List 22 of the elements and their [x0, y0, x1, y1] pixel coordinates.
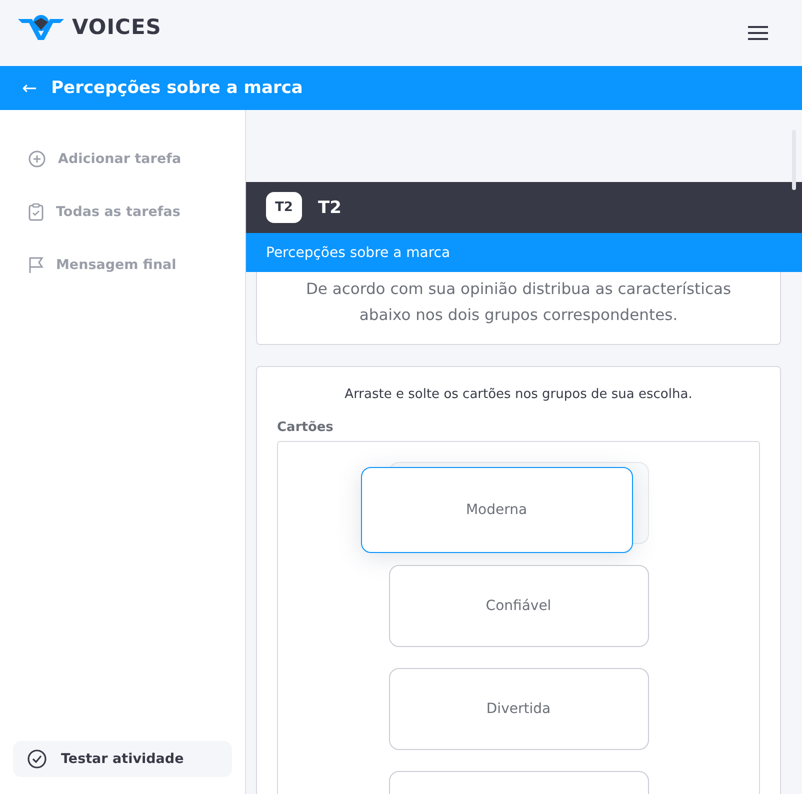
test-activity-button[interactable]: Testar atividade [13, 741, 232, 777]
logo-icon [18, 14, 64, 40]
clipboard-icon [28, 203, 44, 221]
flag-icon [28, 256, 44, 274]
sidebar-item[interactable]: Mensagem final [28, 256, 232, 274]
back-icon[interactable]: ← [22, 78, 38, 98]
task-name: T2 [318, 198, 342, 218]
plus-icon [28, 150, 46, 168]
menu-icon[interactable] [748, 25, 768, 41]
task-badge: T2 [266, 192, 302, 223]
sidebar-item[interactable]: Adicionar tarefa [28, 150, 232, 168]
page-title: Percepções sobre a marca [51, 78, 303, 98]
drag-card[interactable]: Divertida [388, 668, 648, 750]
sidebar-item[interactable]: Todas as tarefas [28, 203, 232, 221]
instruction-text: De acordo com sua opinião distribua as características abaixo nos dois grupos correspondentes. [304, 279, 732, 326]
drag-card[interactable]: Confiável [388, 565, 648, 647]
group-label: Cartões [277, 420, 334, 435]
check-circle-icon [27, 749, 47, 769]
drag-hint: Arraste e solte os cartões nos grupos de sua escolha. [344, 387, 694, 402]
task-subtitle: Percepções sobre a marca [246, 233, 802, 272]
brand-name: VOICES [72, 15, 162, 39]
drag-card[interactable]: Moderna [360, 467, 632, 553]
